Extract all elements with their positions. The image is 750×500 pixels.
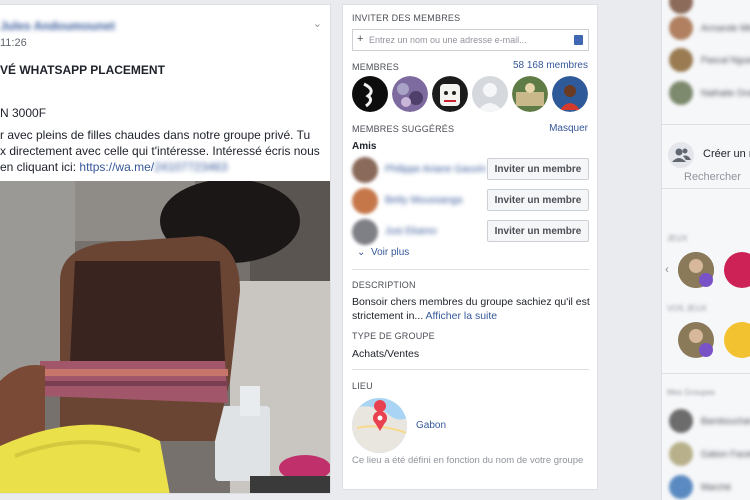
groups-section-title: Mes Groupes <box>667 388 716 397</box>
group-name[interactable]: Gabon Facebook <box>701 449 750 459</box>
contact-name[interactable]: Armande Mbou <box>701 23 750 33</box>
show-more-link[interactable]: Afficher la suite <box>426 310 498 322</box>
chevron-left-icon[interactable]: ‹ <box>665 262 669 276</box>
description-title: DESCRIPTION <box>352 280 416 290</box>
game-thumbnail <box>678 322 714 358</box>
avatar-image <box>353 77 387 111</box>
member-avatar[interactable] <box>352 76 388 112</box>
avatar-image <box>552 76 588 112</box>
contact-avatar[interactable] <box>669 16 693 40</box>
game-thumbnail <box>678 252 714 288</box>
avatar-image <box>392 76 428 112</box>
chat-sidebar: Armande Mbou Pascal Nguema Nathalie Ondo… <box>661 0 750 500</box>
member-avatar[interactable] <box>432 76 468 112</box>
game-icon[interactable] <box>678 252 714 288</box>
whatsapp-link[interactable]: https://wa.me/ <box>79 160 154 174</box>
post-price: N 3000F <box>0 106 47 120</box>
invite-member-button[interactable]: Inviter un membre <box>487 220 589 242</box>
create-group-label[interactable]: Créer un n <box>703 148 750 160</box>
group-description: Bonsoir chers membres du groupe sachiez … <box>352 295 592 323</box>
post-body-line: x directement avec celle qui t'intéresse… <box>0 144 320 158</box>
members-title: MEMBRES <box>352 62 399 72</box>
group-icon <box>672 148 691 162</box>
post-body-text: en cliquant ici: <box>0 160 80 174</box>
suggested-member-avatar[interactable] <box>352 188 378 214</box>
chevron-down-icon: ⌄ <box>357 247 366 258</box>
group-avatar[interactable] <box>669 475 693 499</box>
avatar-image <box>432 76 468 112</box>
member-avatar[interactable] <box>552 76 588 112</box>
location-map[interactable] <box>352 398 407 453</box>
map-pin-icon <box>352 398 407 453</box>
game-icon[interactable] <box>724 252 750 288</box>
address-book-icon[interactable] <box>574 35 583 45</box>
plus-icon: + <box>357 33 364 45</box>
your-games-section-title: VOS JEUX <box>667 304 707 313</box>
post-author[interactable]: Jules Andoumounet <box>0 19 115 33</box>
suggested-member-avatar[interactable] <box>352 157 378 183</box>
default-avatar-icon <box>477 83 503 112</box>
post-title: VÉ WHATSAPP PLACEMENT <box>0 63 165 77</box>
see-more-label: Voir plus <box>370 247 410 258</box>
group-type-value: Achats/Ventes <box>352 348 420 360</box>
game-icon[interactable] <box>678 322 714 358</box>
location-title: LIEU <box>352 381 373 391</box>
rail-divider <box>662 188 750 189</box>
invite-member-button[interactable]: Inviter un membre <box>487 158 589 180</box>
group-avatar[interactable] <box>669 409 693 433</box>
post-card: Jules Andoumounet 11:26 ⌄ VÉ WHATSAPP PL… <box>0 4 331 494</box>
post-photo-image <box>0 181 330 493</box>
suggested-member-name[interactable]: Betty Moussanga <box>385 195 462 206</box>
invite-member-button[interactable]: Inviter un membre <box>487 189 589 211</box>
member-avatars <box>352 76 592 114</box>
location-note: Ce lieu a été défini en fonction du nom … <box>352 455 584 466</box>
post-body: r avec pleins de filles chaudes dans not… <box>0 127 325 175</box>
contact-avatar[interactable] <box>669 81 693 105</box>
section-divider <box>352 269 589 270</box>
group-name[interactable]: Marché <box>701 482 731 492</box>
contact-avatar[interactable] <box>669 0 693 14</box>
location-name[interactable]: Gabon <box>416 420 446 431</box>
invite-members-title: INVITER DES MEMBRES <box>352 13 461 23</box>
rail-divider <box>662 373 750 374</box>
suggested-member-name[interactable]: Philippe Ariane Gauvin <box>385 164 486 175</box>
group-avatar[interactable] <box>669 442 693 466</box>
friends-label: Amis <box>352 141 377 152</box>
member-avatar[interactable] <box>512 76 548 112</box>
group-sidebar: INVITER DES MEMBRES + MEMBRES 58 168 mem… <box>342 4 598 490</box>
member-avatar[interactable] <box>392 76 428 112</box>
suggested-members-title: MEMBRES SUGGÉRÉS <box>352 124 455 134</box>
chevron-down-icon[interactable]: ⌄ <box>313 17 322 30</box>
section-divider <box>352 369 589 370</box>
suggested-member-avatar[interactable] <box>352 219 378 245</box>
contact-name[interactable]: Nathalie Ondo <box>701 88 750 98</box>
member-count-link[interactable]: 58 168 membres <box>513 60 588 71</box>
suggested-member-row: Betty Moussanga Inviter un membre <box>352 188 589 214</box>
group-type-title: TYPE DE GROUPE <box>352 331 435 341</box>
suggested-member-name[interactable]: Jusi Ekamo <box>385 226 437 237</box>
game-icon[interactable] <box>724 322 750 358</box>
post-timestamp[interactable]: 11:26 <box>0 37 27 49</box>
see-more-link[interactable]: ⌄ Voir plus <box>357 247 409 258</box>
post-body-line: r avec pleins de filles chaudes dans not… <box>0 128 311 142</box>
invite-member-input[interactable] <box>369 32 564 48</box>
chat-search-field[interactable]: Rechercher <box>684 171 741 183</box>
contact-name[interactable]: Pascal Nguema <box>701 55 750 65</box>
avatar-image <box>512 76 548 112</box>
member-avatar[interactable] <box>472 76 508 112</box>
post-photo[interactable] <box>0 181 330 493</box>
post-body-line: en cliquant ici: https://wa.me/241077234… <box>0 159 325 175</box>
rail-divider <box>662 124 750 125</box>
invite-field-wrapper: + <box>352 29 589 51</box>
games-section-title: JEUX <box>667 234 688 243</box>
whatsapp-link-number[interactable]: 24107723463 <box>154 160 227 174</box>
suggested-member-row: Jusi Ekamo Inviter un membre <box>352 219 589 245</box>
hide-suggestions-link[interactable]: Masquer <box>549 123 588 134</box>
group-name[interactable]: Bambouchat <box>701 416 750 426</box>
create-group-button[interactable] <box>668 142 694 168</box>
suggested-member-row: Philippe Ariane Gauvin Inviter un membre <box>352 157 589 183</box>
contact-avatar[interactable] <box>669 48 693 72</box>
